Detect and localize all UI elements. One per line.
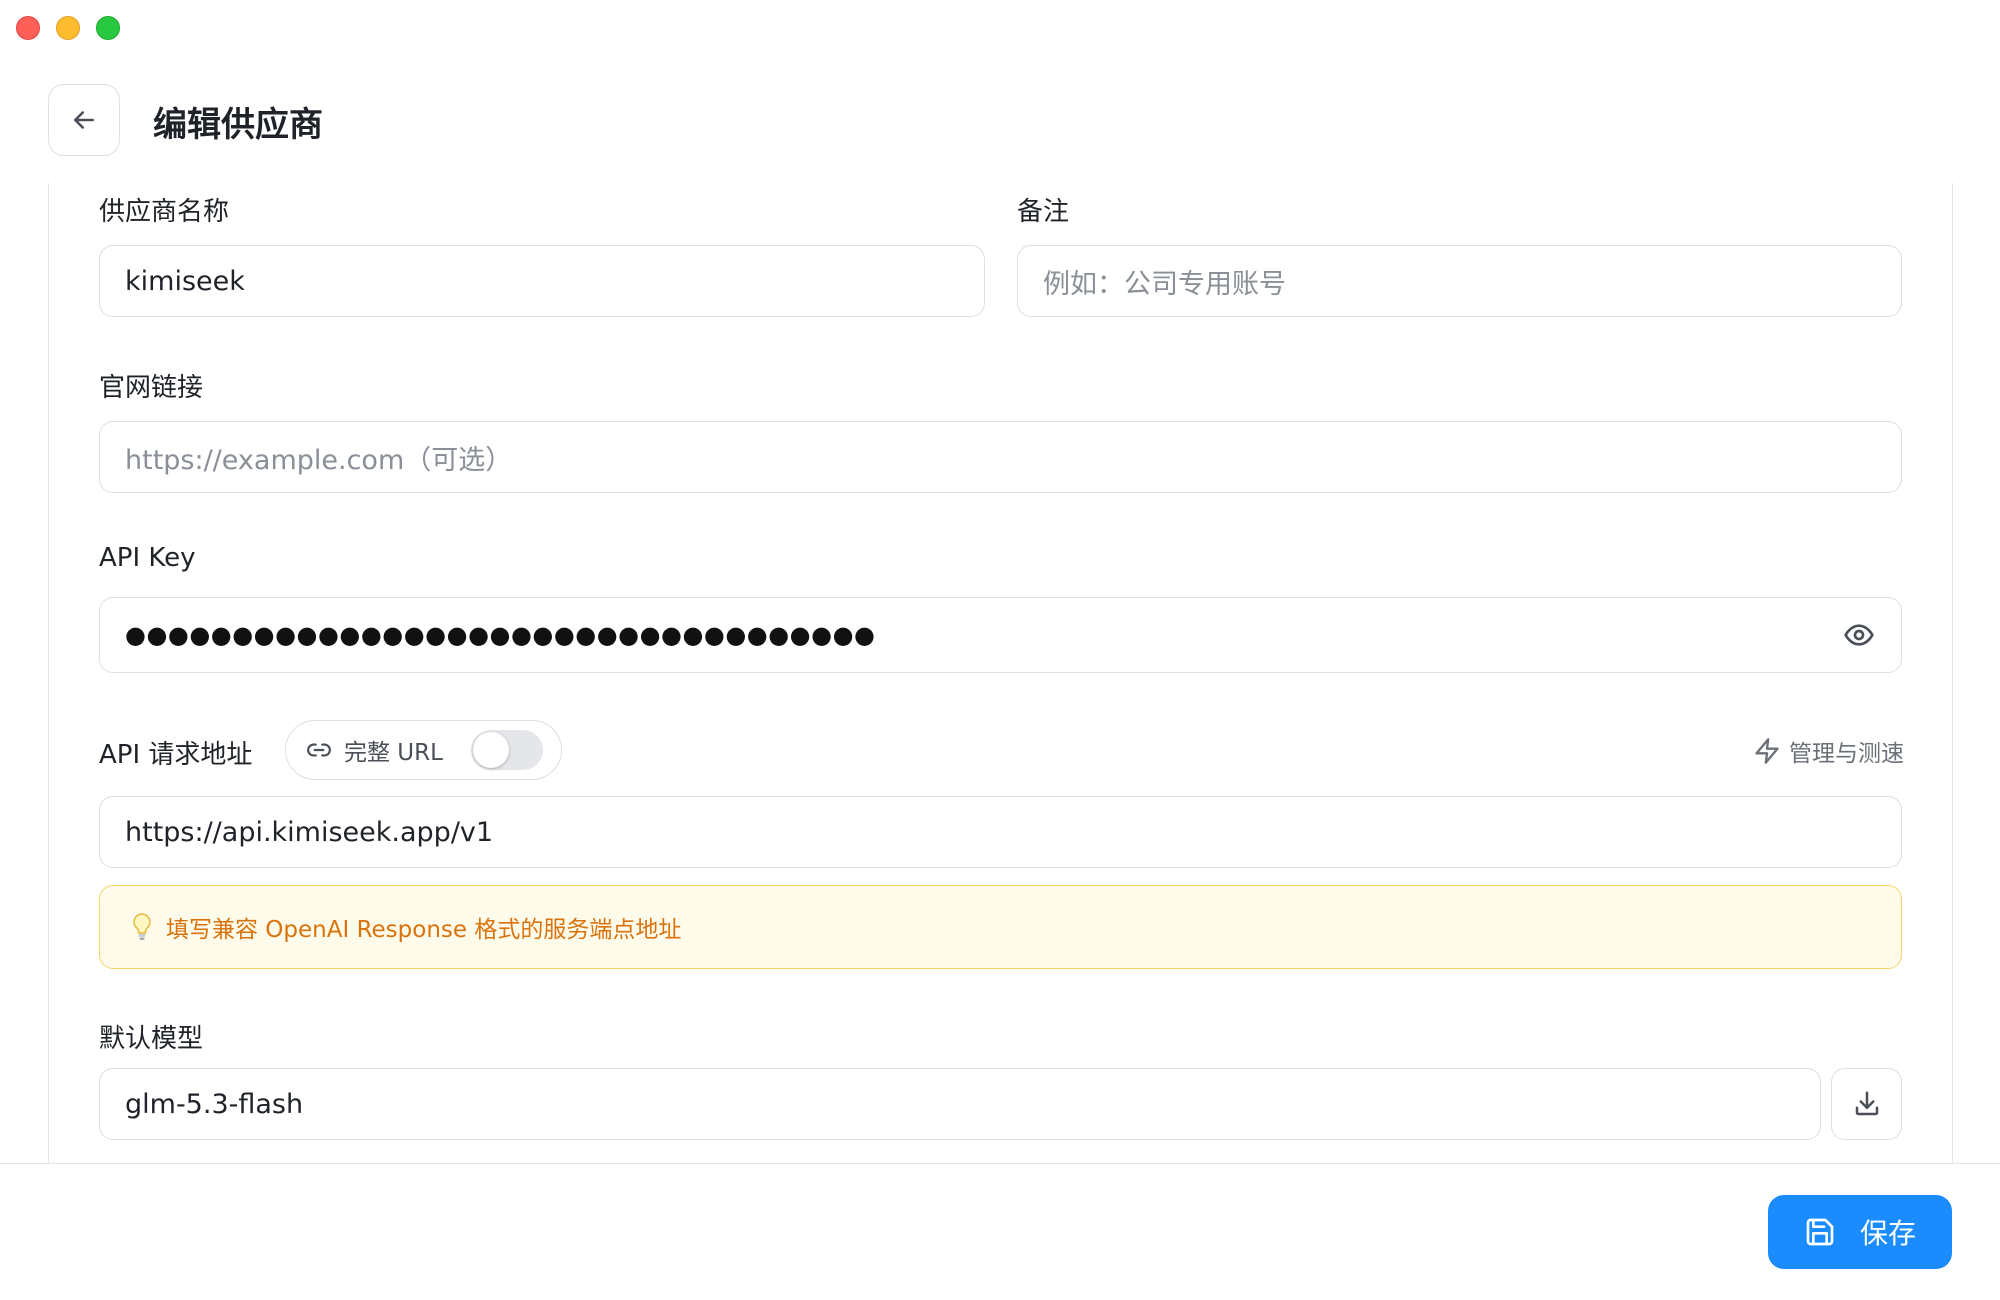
api-url-input[interactable]: https://api.kimiseek.app/v1 — [99, 796, 1902, 868]
full-url-label: 完整 URL — [344, 740, 443, 766]
form-card: 供应商名称 kimiseek 备注 例如：公司专用账号 官网链接 https:/… — [48, 183, 1953, 1163]
default-model-value: glm-5.3-flash — [125, 1088, 304, 1120]
eye-icon[interactable] — [1843, 619, 1875, 651]
full-url-toggle[interactable] — [471, 730, 543, 770]
window-controls — [16, 16, 120, 40]
floppy-disk-icon — [1806, 1218, 1834, 1246]
save-button[interactable]: 保存 — [1768, 1195, 1952, 1269]
api-url-label: API 请求地址 — [99, 740, 253, 770]
provider-name-value: kimiseek — [125, 265, 245, 297]
provider-name-label: 供应商名称 — [99, 197, 230, 227]
download-icon — [1855, 1091, 1878, 1116]
save-button-label: 保存 — [1859, 1217, 1916, 1250]
toggle-knob — [473, 732, 509, 768]
minimize-window-button[interactable] — [56, 16, 80, 40]
back-button[interactable] — [48, 84, 120, 156]
website-input[interactable]: https://example.com（可选） — [99, 421, 1902, 493]
note-input[interactable]: 例如：公司专用账号 — [1017, 245, 1902, 317]
api-key-input[interactable]: ●●●●●●●●●●●●●●●●●●●●●●●●●●●●●●●●●●● — [99, 597, 1902, 673]
api-key-label: API Key — [99, 543, 196, 573]
api-url-value: https://api.kimiseek.app/v1 — [125, 816, 494, 848]
fetch-models-button[interactable] — [1831, 1068, 1902, 1140]
page-title: 编辑供应商 — [153, 105, 323, 145]
footer-bar — [0, 1163, 2000, 1300]
default-model-label: 默认模型 — [99, 1024, 204, 1054]
default-model-input[interactable]: glm-5.3-flash — [99, 1068, 1821, 1140]
zoom-window-button[interactable] — [96, 16, 120, 40]
arrow-left-icon — [74, 111, 94, 129]
manage-speedtest-label: 管理与测速 — [1789, 741, 1904, 767]
note-placeholder: 例如：公司专用账号 — [1043, 268, 1286, 300]
full-url-chip: 完整 URL — [285, 720, 562, 780]
provider-name-input[interactable]: kimiseek — [99, 245, 985, 317]
lightning-icon — [1755, 738, 1779, 764]
api-url-tip: 填写兼容 OpenAI Response 格式的服务端点地址 — [99, 885, 1902, 969]
website-placeholder: https://example.com（可选） — [125, 444, 513, 476]
api-key-masked-value: ●●●●●●●●●●●●●●●●●●●●●●●●●●●●●●●●●●● — [125, 621, 876, 649]
lightbulb-icon — [133, 913, 151, 940]
link-icon — [307, 743, 331, 757]
close-window-button[interactable] — [16, 16, 40, 40]
note-label: 备注 — [1017, 197, 1070, 227]
website-label: 官网链接 — [99, 373, 204, 403]
manage-speedtest-button[interactable]: 管理与测速 — [1753, 734, 1904, 768]
api-url-tip-text: 填写兼容 OpenAI Response 格式的服务端点地址 — [166, 917, 682, 943]
